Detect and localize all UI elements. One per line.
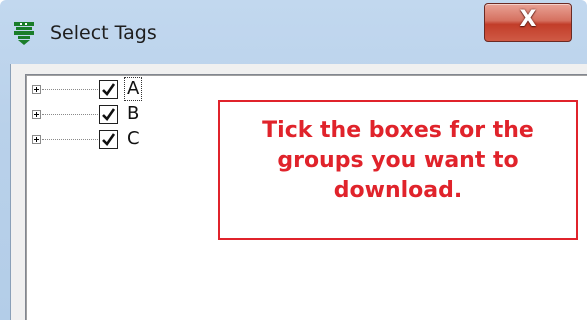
tree-node-b[interactable]: B (26, 102, 206, 128)
tree-connector (42, 139, 98, 140)
title-bar[interactable]: Select Tags X (0, 0, 587, 64)
checkmark-icon (102, 83, 116, 97)
checkbox-a[interactable] (99, 80, 118, 99)
checkmark-icon (102, 108, 116, 122)
tree-node-label[interactable]: C (125, 128, 142, 150)
select-tags-dialog: Select Tags X A B C Tick the boxes for t… (0, 0, 587, 320)
tree-node-a[interactable]: A (26, 77, 206, 103)
close-icon: X (519, 7, 537, 32)
callout-line: Tick the boxes for the (262, 118, 534, 143)
tree-node-label[interactable]: A (123, 77, 143, 101)
close-button[interactable]: X (484, 3, 572, 42)
callout-line: groups you want to (277, 148, 519, 173)
instruction-callout: Tick the boxes for the groups you want t… (218, 100, 578, 240)
callout-line: download. (333, 178, 463, 203)
checkbox-c[interactable] (99, 130, 118, 149)
tree-connector (42, 89, 98, 90)
plus-expander-icon[interactable] (32, 85, 41, 94)
plus-expander-icon[interactable] (32, 110, 41, 119)
tree-node-label[interactable]: B (125, 103, 141, 125)
plus-expander-icon[interactable] (32, 135, 41, 144)
app-icon (11, 20, 37, 46)
checkmark-icon (102, 133, 116, 147)
window-title: Select Tags (50, 22, 157, 44)
checkbox-b[interactable] (99, 105, 118, 124)
tree-connector (42, 114, 98, 115)
tree-node-c[interactable]: C (26, 127, 206, 153)
